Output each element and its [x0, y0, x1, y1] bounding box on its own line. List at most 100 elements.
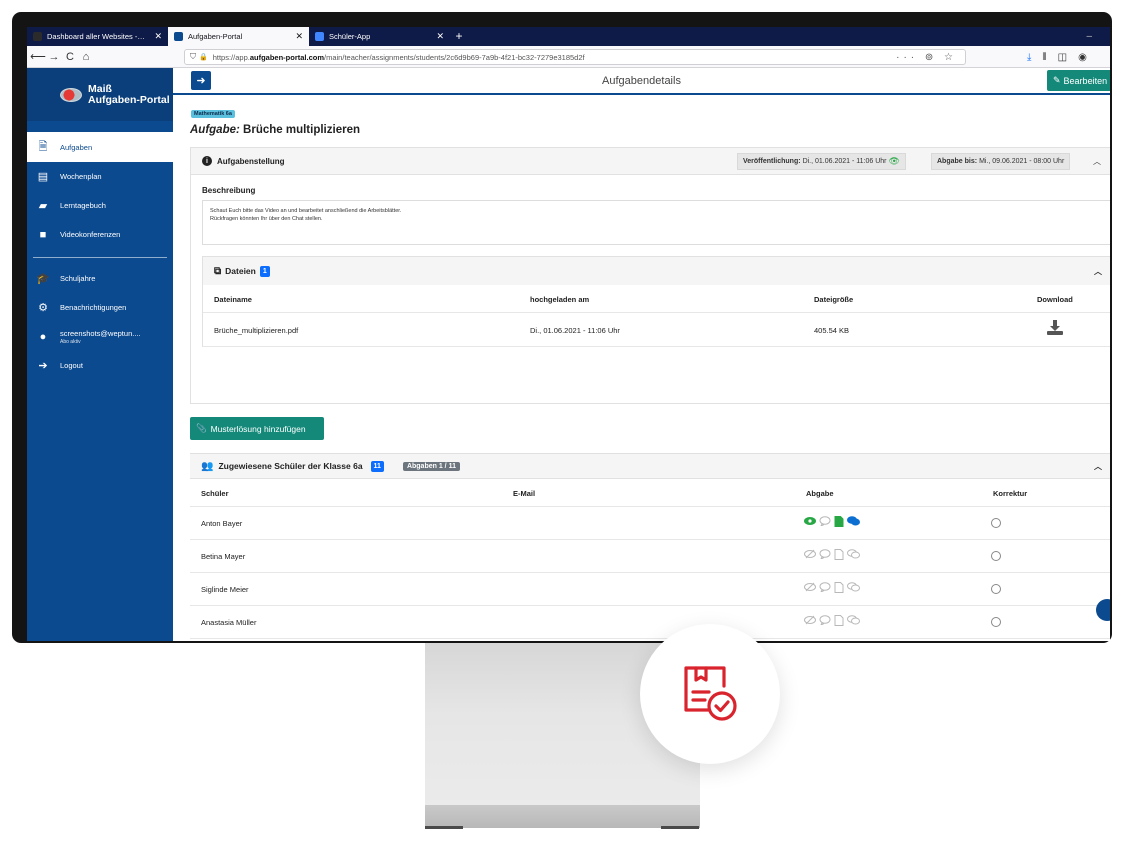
column-header: Abgabe	[806, 489, 834, 498]
download-icon[interactable]: ⤓	[1027, 52, 1031, 63]
submissions-badge: Abgaben 1 / 11	[402, 461, 460, 471]
package-check-icon	[684, 666, 737, 721]
new-tab-button[interactable]: +	[450, 27, 468, 46]
assignment-heading: Aufgabenstellung	[217, 156, 285, 166]
sidebar-item[interactable]: ▤ Wochenplan	[27, 162, 173, 191]
chat-icon	[847, 615, 860, 625]
home-icon[interactable]: ⌂	[78, 51, 94, 63]
sidebar-item[interactable]: 🗎 Aufgaben	[27, 132, 173, 162]
sidebar-item-label: Benachrichtigungen	[60, 303, 127, 312]
forward-arrow-icon[interactable]: →	[46, 51, 62, 63]
sidebar-item-label: screenshots@weptun....	[60, 328, 141, 338]
close-icon[interactable]: ✕	[295, 31, 303, 42]
description-label: Beschreibung	[202, 186, 256, 195]
window-minimize-button[interactable]: –	[1086, 27, 1092, 46]
browser-tab[interactable]: Schüler-App ✕	[309, 27, 450, 46]
info-icon: i	[202, 156, 212, 166]
edit-label: Bearbeiten	[1063, 75, 1108, 86]
brand-logo	[60, 87, 82, 102]
sidebar-toggle-icon[interactable]: ◫	[1058, 52, 1067, 63]
sidebar-item[interactable]: ▰ Lerntagebuch	[27, 191, 173, 220]
page-title: Aufgabendetails	[602, 75, 681, 87]
sidebar-item-text: Aufgaben	[60, 143, 92, 152]
submission-status[interactable]	[804, 582, 860, 593]
chevron-up-icon[interactable]: ︿	[1093, 156, 1101, 167]
sidebar-item-label: Logout	[60, 361, 83, 370]
students-header[interactable]: 👥 Zugewiesene Schüler der Klasse 6a 11 A…	[190, 454, 1110, 479]
tab-label: Aufgaben-Portal	[188, 32, 243, 41]
sidebar-item-text: Videokonferenzen	[60, 230, 120, 239]
sidebar-item[interactable]: ⚙ Benachrichtigungen	[27, 293, 173, 322]
brand[interactable]: Maiß Aufgaben-Portal	[27, 68, 173, 121]
sidebar-item-sub: Abo aktiv	[60, 338, 81, 345]
file-size: 405.54 KB	[814, 326, 850, 335]
description-box: Schaut Euch bitte das Video an und bearb…	[202, 200, 1110, 245]
students-heading: Zugewiesene Schüler der Klasse 6a	[218, 461, 363, 471]
comment-icon	[819, 549, 831, 559]
add-solution-button[interactable]: 📎 Musterlösung hinzufügen	[190, 417, 324, 440]
submission-status[interactable]	[804, 549, 860, 560]
browser-window: + Dashboard aller Websites - Vom ✕ Aufgabe…	[27, 27, 1110, 641]
favicon-icon	[174, 32, 183, 41]
due-info: Abgabe bis: Mi., 09.06.2021 - 08:00 Uhr	[931, 153, 1071, 170]
submission-status[interactable]	[804, 615, 860, 626]
sidebar-item-text: Logout	[60, 361, 83, 370]
eye-icon	[804, 582, 816, 592]
sidebar-item[interactable]: ■ Videokonferenzen	[27, 220, 173, 249]
eye-icon	[804, 549, 816, 559]
tab-label: Dashboard aller Websites - Vom	[47, 32, 146, 41]
correction-radio[interactable]	[991, 584, 1001, 594]
comment-icon	[819, 516, 831, 526]
logout-icon: ➔	[38, 360, 48, 372]
monitor-foot-left	[425, 826, 463, 829]
sidebar-item-label: Lerntagebuch	[60, 201, 106, 210]
published-label: Veröffentlichung:	[743, 158, 801, 165]
copy-files-icon: ⧉	[214, 265, 222, 277]
submission-status[interactable]	[804, 516, 860, 527]
browser-tab[interactable]: Aufgaben-Portal ✕	[168, 27, 309, 46]
tab-bar: + Dashboard aller Websites - Vom ✕ Aufgabe…	[27, 27, 1110, 46]
task-title: Aufgabe: Brüche multiplizieren	[190, 124, 360, 136]
file-icon	[834, 582, 844, 593]
eye-icon	[804, 517, 816, 525]
sidebar-item[interactable]: 🎓 Schuljahre	[27, 264, 173, 293]
back-arrow-icon[interactable]: ⟵	[30, 50, 46, 63]
browser-tab[interactable]: Dashboard aller Websites - Vom ✕	[27, 27, 168, 46]
chevron-up-icon[interactable]: ︿	[1094, 461, 1102, 472]
close-icon[interactable]: ✕	[436, 31, 444, 42]
sidebar-item[interactable]: ● screenshots@weptun.... Abo aktiv	[27, 322, 173, 351]
sidebar-item-label: Wochenplan	[60, 172, 102, 181]
correction-radio[interactable]	[991, 617, 1001, 627]
correction-radio[interactable]	[991, 518, 1001, 528]
page-header: ➜ Aufgabendetails ✎ Bearbeiten	[173, 68, 1110, 95]
monitor-stand-base	[425, 805, 700, 828]
description-line: Rückfragen könnten Ihr über den Chat ste…	[210, 216, 323, 222]
column-header: Download	[1037, 295, 1073, 304]
published-info: Veröffentlichung: Di., 01.06.2021 - 11:06…	[737, 153, 906, 170]
column-header: Dateigröße	[814, 295, 854, 304]
sidebar-item[interactable]: ➔ Logout	[27, 351, 173, 380]
edit-button[interactable]: ✎ Bearbeiten	[1047, 70, 1110, 91]
url-bar[interactable]: ⛉ 🔒 https://app. aufgaben-portal.com/main…	[184, 49, 966, 65]
assignment-card-header[interactable]: i Aufgabenstellung Veröffentlichung: Di.,…	[191, 148, 1110, 175]
sidebar-item-label: Videokonferenzen	[60, 230, 121, 239]
column-header: E-Mail	[513, 489, 536, 498]
correction-radio[interactable]	[991, 551, 1001, 561]
chevron-up-icon[interactable]: ︿	[1094, 266, 1102, 277]
column-header: Korrektur	[993, 489, 1028, 498]
file-uploaded: Di., 01.06.2021 - 11:06 Uhr	[530, 326, 620, 335]
students-count-badge: 11	[370, 460, 384, 472]
file-name[interactable]: Brüche_multiplizieren.pdf	[214, 326, 298, 335]
account-icon[interactable]: ◉	[1078, 52, 1087, 63]
table-header-row: Schüler E-Mail Abgabe Korrektur	[190, 479, 1110, 507]
files-header[interactable]: ⧉ Dateien 1 ︿	[203, 257, 1110, 285]
reload-icon[interactable]: C	[62, 51, 78, 63]
library-icon[interactable]: ⫴	[1042, 52, 1046, 63]
table-row: Anastasia Müller	[190, 606, 1110, 639]
task-title-prefix: Aufgabe:	[190, 124, 240, 136]
close-icon[interactable]: ✕	[154, 31, 162, 42]
due-label: Abgabe bis:	[937, 158, 978, 165]
sidebar-item-label: Schuljahre	[60, 274, 96, 283]
page-actions[interactable]: ··· ⊚ ☆	[896, 52, 957, 63]
download-icon[interactable]	[1047, 320, 1063, 337]
